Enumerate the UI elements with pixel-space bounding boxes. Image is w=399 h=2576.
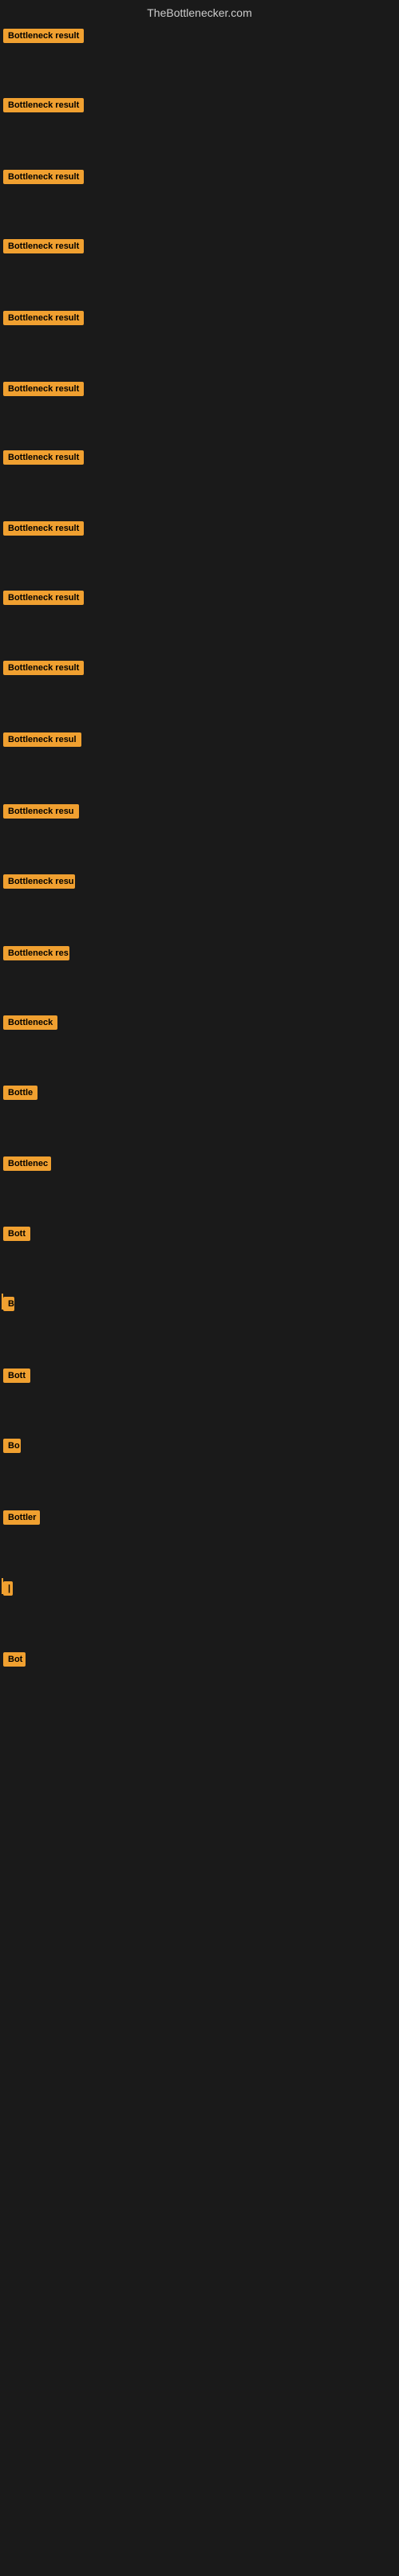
bottleneck-badge-16: Bottle [3, 1086, 38, 1100]
bottleneck-row-9: Bottleneck result [0, 587, 87, 608]
bottleneck-row-10: Bottleneck result [0, 658, 87, 678]
bottleneck-row-5: Bottleneck result [0, 308, 87, 328]
bottleneck-badge-8: Bottleneck result [3, 521, 84, 536]
bottleneck-badge-23: | [3, 1581, 13, 1596]
bottleneck-badge-6: Bottleneck result [3, 382, 84, 396]
bottleneck-row-21: Bo [0, 1435, 24, 1456]
bottleneck-badge-3: Bottleneck result [3, 170, 84, 184]
bottleneck-badge-7: Bottleneck result [3, 450, 84, 465]
bottleneck-badge-2: Bottleneck result [3, 98, 84, 112]
bottleneck-badge-22: Bottler [3, 1510, 40, 1525]
bottleneck-badge-1: Bottleneck result [3, 29, 84, 43]
bottleneck-row-1: Bottleneck result [0, 26, 87, 46]
bottleneck-badge-13: Bottleneck resu [3, 874, 75, 889]
page-container: TheBottlenecker.com Bottleneck resultBot… [0, 0, 399, 2576]
bottleneck-badge-14: Bottleneck res [3, 946, 69, 960]
bottleneck-row-12: Bottleneck resu [0, 801, 82, 822]
bottleneck-row-13: Bottleneck resu [0, 871, 78, 892]
bottleneck-row-22: Bottler [0, 1507, 43, 1528]
bottleneck-row-4: Bottleneck result [0, 236, 87, 257]
bottleneck-badge-15: Bottleneck [3, 1015, 57, 1030]
bottleneck-badge-12: Bottleneck resu [3, 804, 79, 819]
bottleneck-row-8: Bottleneck result [0, 518, 87, 539]
bottleneck-row-11: Bottleneck resul [0, 729, 85, 750]
site-title: TheBottlenecker.com [0, 0, 399, 26]
bottleneck-row-17: Bottlenec [0, 1153, 54, 1174]
bottleneck-row-2: Bottleneck result [0, 95, 87, 116]
bottleneck-row-6: Bottleneck result [0, 379, 87, 399]
bottleneck-row-3: Bottleneck result [0, 167, 87, 187]
bottleneck-badge-24: Bot [3, 1652, 26, 1667]
bottleneck-badge-19: B [3, 1297, 14, 1311]
bottleneck-badge-4: Bottleneck result [3, 239, 84, 253]
bottleneck-row-18: Bott [0, 1223, 34, 1244]
vertical-line-indicator [2, 1294, 3, 1310]
bottleneck-badge-5: Bottleneck result [3, 311, 84, 325]
bottleneck-row-24: Bot [0, 1649, 29, 1670]
bottleneck-badge-11: Bottleneck resul [3, 732, 81, 747]
bottleneck-badge-21: Bo [3, 1439, 21, 1453]
bottleneck-row-16: Bottle [0, 1082, 41, 1103]
bottleneck-badge-17: Bottlenec [3, 1156, 51, 1171]
bottleneck-badge-9: Bottleneck result [3, 591, 84, 605]
bottleneck-badge-10: Bottleneck result [3, 661, 84, 675]
vertical-line-indicator [2, 1578, 3, 1594]
bottleneck-row-20: Bott [0, 1365, 34, 1386]
bottleneck-badge-18: Bott [3, 1227, 30, 1241]
bottleneck-badge-20: Bott [3, 1368, 30, 1383]
badges-container: Bottleneck result Bottleneck result Bottle… [0, 26, 399, 2576]
bottleneck-row-15: Bottleneck [0, 1012, 61, 1033]
bottleneck-row-14: Bottleneck res [0, 943, 73, 964]
bottleneck-row-7: Bottleneck result [0, 447, 87, 468]
